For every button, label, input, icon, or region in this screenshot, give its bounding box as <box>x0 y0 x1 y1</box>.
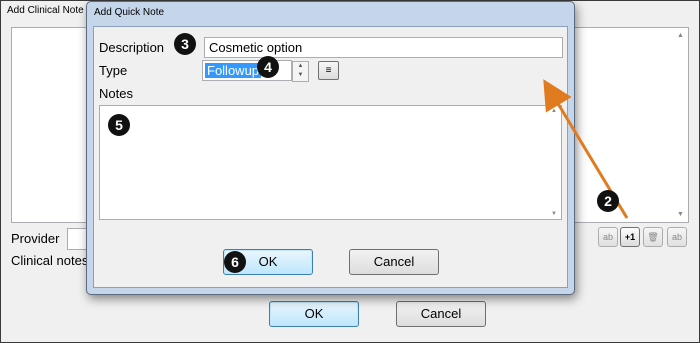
step-badge-3: 3 <box>174 33 196 55</box>
step-badge-4: 4 <box>257 56 279 78</box>
annotation-arrow <box>543 79 629 219</box>
step-badge-5: 5 <box>108 114 130 136</box>
step-badge-2: 2 <box>597 190 619 212</box>
step-badge-6: 6 <box>224 251 246 273</box>
